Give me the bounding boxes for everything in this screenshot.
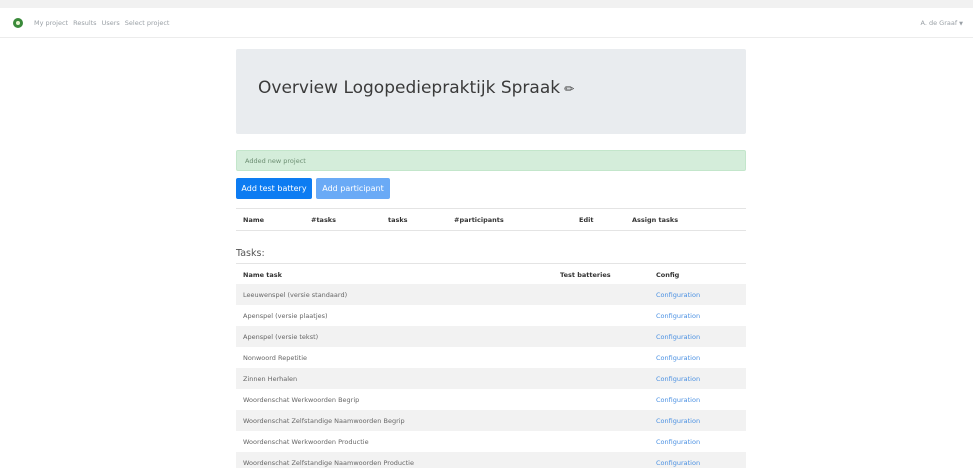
task-name: Nonwoord Repetitie xyxy=(243,354,308,362)
task-name: Apenspel (versie tekst) xyxy=(243,333,319,341)
configuration-link[interactable]: Configuration xyxy=(656,291,700,299)
nav-select-project[interactable]: Select project xyxy=(125,19,170,27)
table-row: Woordenschat Zelfstandige Naamwoorden Pr… xyxy=(236,452,746,468)
add-participant-button[interactable]: Add participant xyxy=(316,178,390,199)
col-name-task: Name task xyxy=(243,271,282,279)
configuration-link[interactable]: Configuration xyxy=(656,396,700,404)
configuration-link[interactable]: Configuration xyxy=(656,354,700,362)
table-row: Zinnen Herhalen Configuration xyxy=(236,368,746,389)
app-logo-icon[interactable] xyxy=(13,18,23,28)
table-row: Woordenschat Zelfstandige Naamwoorden Be… xyxy=(236,410,746,431)
configuration-link[interactable]: Configuration xyxy=(656,333,700,341)
nav-my-project[interactable]: My project xyxy=(34,19,68,27)
user-menu[interactable]: A. de Graaf ▼ xyxy=(921,19,963,27)
col-name: Name xyxy=(243,216,265,224)
user-name: A. de Graaf xyxy=(920,19,958,27)
nav-results[interactable]: Results xyxy=(73,19,96,27)
project-header: Overview Logopediepraktijk Spraak ✏ xyxy=(236,49,746,134)
tasks-table-body: Leeuwenspel (versie standaard) Configura… xyxy=(236,284,746,468)
table-row: Nonwoord Repetitie Configuration xyxy=(236,347,746,368)
task-name: Zinnen Herhalen xyxy=(243,375,298,383)
col-tasks: tasks xyxy=(388,216,408,224)
table-row: Leeuwenspel (versie standaard) Configura… xyxy=(236,284,746,305)
col-num-participants: #participants xyxy=(454,216,504,224)
table-row: Apenspel (versie plaatjes) Configuration xyxy=(236,305,746,326)
nav-users[interactable]: Users xyxy=(102,19,120,27)
configuration-link[interactable]: Configuration xyxy=(656,459,700,467)
navbar: My project Results Users Select project … xyxy=(0,8,973,38)
col-edit: Edit xyxy=(579,216,594,224)
battery-table-header: Name #tasks tasks #participants Edit Ass… xyxy=(236,208,746,231)
success-alert: Added new project xyxy=(236,150,746,171)
page-title: Overview Logopediepraktijk Spraak ✏ xyxy=(258,78,574,98)
task-name: Woordenschat Werkwoorden Begrip xyxy=(243,396,360,404)
task-name: Leeuwenspel (versie standaard) xyxy=(243,291,348,299)
configuration-link[interactable]: Configuration xyxy=(656,417,700,425)
edit-pencil-icon[interactable]: ✏ xyxy=(564,82,574,96)
browser-top-strip xyxy=(0,0,973,8)
tasks-table: Name task Test batteries Config Leeuwens… xyxy=(236,263,746,468)
col-test-batteries: Test batteries xyxy=(560,271,611,279)
task-name: Woordenschat Zelfstandige Naamwoorden Be… xyxy=(243,417,405,425)
add-test-battery-button[interactable]: Add test battery xyxy=(236,178,312,199)
configuration-link[interactable]: Configuration xyxy=(656,375,700,383)
task-name: Woordenschat Zelfstandige Naamwoorden Pr… xyxy=(243,459,414,467)
table-row: Apenspel (versie tekst) Configuration xyxy=(236,326,746,347)
col-config: Config xyxy=(656,271,680,279)
project-title: Overview Logopediepraktijk Spraak xyxy=(258,78,561,98)
tasks-heading: Tasks: xyxy=(236,248,265,259)
col-assign-tasks: Assign tasks xyxy=(632,216,679,224)
nav-links: My project Results Users Select project xyxy=(34,19,169,27)
configuration-link[interactable]: Configuration xyxy=(656,438,700,446)
configuration-link[interactable]: Configuration xyxy=(656,312,700,320)
caret-down-icon: ▼ xyxy=(959,21,963,27)
table-row: Woordenschat Werkwoorden Begrip Configur… xyxy=(236,389,746,410)
task-name: Apenspel (versie plaatjes) xyxy=(243,312,328,320)
table-row: Woordenschat Werkwoorden Productie Confi… xyxy=(236,431,746,452)
col-num-tasks: #tasks xyxy=(311,216,337,224)
tasks-table-header: Name task Test batteries Config xyxy=(236,263,746,284)
task-name: Woordenschat Werkwoorden Productie xyxy=(243,438,369,446)
